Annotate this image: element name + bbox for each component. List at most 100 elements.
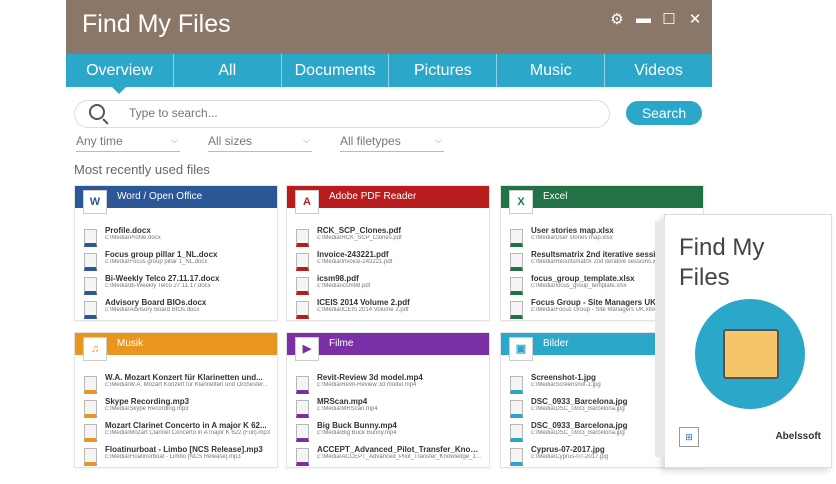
file-item[interactable]: Revit-Review 3d model.mp4 c:\Media\Revit-… [287,373,489,397]
time-filter-dropdown[interactable]: Any time ⌵ [76,134,180,152]
app-window: Find My Files ⚙ ▬ ☐ ✕ Overview All Docum… [66,0,712,484]
tab-documents[interactable]: Documents [282,54,390,87]
section-title: Most recently used files [74,162,210,177]
file-path: c:\Media\ACCEPT_Advanced_Pilot_Transfer_… [317,454,483,460]
file-type-icon [84,277,97,295]
title-bar: Find My Files ⚙ ▬ ☐ ✕ [66,0,712,54]
file-item[interactable]: Big Buck Bunny.mp4 c:\Media\Big Buck Bunn… [287,421,489,445]
card-title: Adobe PDF Reader [329,191,417,202]
file-type-icon [296,301,309,319]
file-type-icon [510,400,523,418]
card-title: Musik [117,338,144,349]
file-path: c:\Media\Mozart Clarinet Concerto in A m… [105,430,271,436]
card-music: ♫ Musik W.A. Mozart Konzert für Klarinette… [74,332,278,468]
file-type-icon [510,448,523,466]
product-box: Find My Files ⊞ Abelssoft [655,214,832,468]
file-item[interactable]: Bi-Weekly Telco 27.11.17.docx c:\Media\Bi… [75,274,277,298]
file-path: c:\Media\Floatinurboat - Limbo [NCS Rele… [105,454,241,460]
tab-pictures[interactable]: Pictures [389,54,498,87]
minimize-icon[interactable]: ▬ [636,10,651,28]
chevron-down-icon: ⌵ [435,135,442,145]
file-path: c:\Media\Invoice-243221.pdf [317,259,393,265]
file-type-icon [84,301,97,319]
card-word: W Word / Open Office Profile.docx c:\Media\… [74,185,278,321]
file-type-icon [84,424,97,442]
file-name: W.A. Mozart Konzert für Klarinetten und.… [105,373,263,382]
card-pdf: A Adobe PDF Reader RCK_SCP_Clones.pdf c:\Me… [286,185,490,321]
file-list: Revit-Review 3d model.mp4 c:\Media\Revit-… [287,373,489,469]
pdf-app-icon: A [295,190,319,214]
file-item[interactable]: Advisory Board BIOs.docx c:\Media\Advisor… [75,298,277,322]
file-name: ACCEPT_Advanced_Pilot_Transfer_Knowle... [317,445,483,454]
file-path: c:\Media\MRScan.mp4 [317,406,378,412]
file-type-icon [510,229,523,247]
file-list: W.A. Mozart Konzert für Klarinetten und.… [75,373,277,469]
file-type-icon [296,376,309,394]
card-title: Filme [329,338,354,349]
file-item[interactable]: RCK_SCP_Clones.pdf c:\Media\RCK_SCP_Clone… [287,226,489,250]
file-path: c:\Media\Focus group pillar 1_NL.docx [105,259,208,265]
search-icon [89,104,105,120]
maximize-icon[interactable]: ☐ [662,10,676,28]
file-type-icon [296,253,309,271]
card-header[interactable]: W Word / Open Office [75,186,277,214]
file-path: c:\Media\Bi-Weekly Telco 27.11.17.docx [105,283,211,289]
size-filter-dropdown[interactable]: All sizes ⌵ [208,134,312,152]
file-name: MRScan.mp4 [317,397,368,406]
time-filter-value: Any time [76,134,123,148]
file-name: Skype Recording.mp3 [105,397,190,406]
file-item[interactable]: Floatinurboat - Limbo [NCS Release].mp3 c… [75,445,277,469]
file-item[interactable]: ICEIS 2014 Volume 2.pdf c:\Media\ICEIS 20… [287,298,489,322]
file-name: Mozart Clarinet Concerto in A major K 62… [105,421,267,430]
file-list: Profile.docx c:\Media\Profile.docx Focus g… [75,226,277,322]
file-type-icon [296,277,309,295]
file-name: Profile.docx [105,226,151,235]
app-title: Find My Files [82,10,231,38]
chevron-down-icon: ⌵ [171,135,178,145]
search-row: Search [74,100,710,128]
folder-search-icon [723,329,779,379]
file-name: Bi-Weekly Telco 27.11.17.docx [105,274,220,283]
file-item[interactable]: Profile.docx c:\Media\Profile.docx [75,226,277,250]
card-header[interactable]: ▶ Filme [287,333,489,361]
filter-row: Any time ⌵ All sizes ⌵ All filetypes ⌵ [76,134,472,152]
brand-logo: Abelssoft [775,431,821,442]
card-header[interactable]: X Excel [501,186,703,214]
filetype-filter-dropdown[interactable]: All filetypes ⌵ [340,134,444,152]
card-header[interactable]: A Adobe PDF Reader [287,186,489,214]
tab-overview[interactable]: Overview [66,54,174,94]
file-path: c:\Media\Skype Recording.mp3 [105,406,189,412]
file-item[interactable]: icsm98.pdf c:\Media\icsm98.pdf [287,274,489,298]
video-app-icon: ▶ [295,337,319,361]
file-type-icon [84,376,97,394]
word-app-icon: W [83,190,107,214]
search-input[interactable] [127,105,591,121]
card-header[interactable]: ♫ Musik [75,333,277,361]
file-path: c:\Media\Big Buck Bunny.mp4 [317,430,397,436]
excel-app-icon: X [509,190,533,214]
file-item[interactable]: Mozart Clarinet Concerto in A major K 62… [75,421,277,445]
close-icon[interactable]: ✕ [688,10,702,28]
tab-videos[interactable]: Videos [605,54,712,87]
file-item[interactable]: W.A. Mozart Konzert für Klarinetten und.… [75,373,277,397]
search-button[interactable]: Search [626,101,702,125]
card-title: Word / Open Office [117,191,203,202]
file-type-icon [296,400,309,418]
settings-gear-icon[interactable]: ⚙ [610,10,624,28]
file-path: c:\Media\icsm98.pdf [317,283,371,289]
tab-music[interactable]: Music [497,54,606,87]
file-type-icon [510,301,523,319]
chevron-down-icon: ⌵ [303,135,310,145]
windows-logo-icon: ⊞ [679,427,699,447]
card-title: Bilder [543,338,569,349]
file-name: Invoice-243221.pdf [317,250,389,259]
file-path: c:\Media\W.A. Mozart Konzert für Klarine… [105,382,268,388]
file-item[interactable]: Skype Recording.mp3 c:\Media\Skype Record… [75,397,277,421]
file-item[interactable]: MRScan.mp4 c:\Media\MRScan.mp4 [287,397,489,421]
file-item[interactable]: Focus group pillar 1_NL.docx c:\Media\Foc… [75,250,277,274]
file-type-icon [84,400,97,418]
tab-all[interactable]: All [174,54,282,87]
file-item[interactable]: ACCEPT_Advanced_Pilot_Transfer_Knowle...… [287,445,489,469]
file-path: c:\Media\Profile.docx [105,235,161,241]
file-item[interactable]: Invoice-243221.pdf c:\Media\Invoice-24322… [287,250,489,274]
